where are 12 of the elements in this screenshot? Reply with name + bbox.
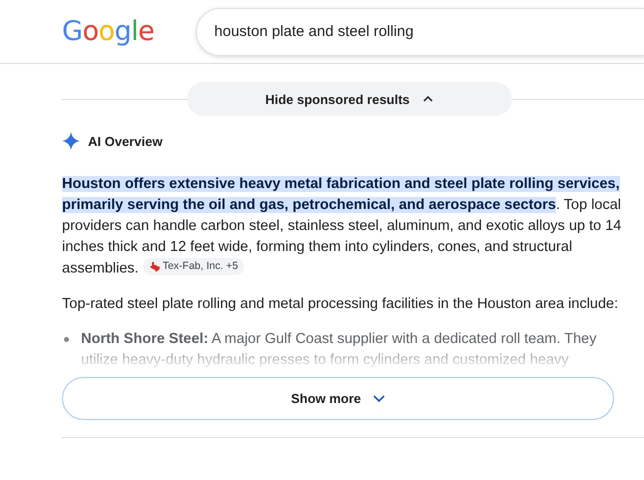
paragraph-end: assemblies. bbox=[62, 260, 139, 276]
bullet-icon bbox=[64, 336, 69, 342]
google-logo[interactable]: Google bbox=[62, 16, 154, 47]
citation-chip[interactable]: Tex-Fab, Inc. +5 bbox=[142, 258, 244, 275]
state-shape-icon bbox=[148, 262, 160, 272]
ai-overview-title: AI Overview bbox=[88, 134, 162, 148]
show-more-button[interactable]: Show more bbox=[62, 376, 614, 420]
search-field[interactable]: houston plate and steel rolling bbox=[196, 8, 644, 56]
hide-sponsored-button[interactable]: Hide sponsored results bbox=[186, 82, 512, 116]
list-intro: Top-rated steel plate rolling and metal processing facilities in the Houston area include: bbox=[62, 294, 620, 314]
sparkle-icon bbox=[62, 132, 80, 150]
list-item-text: North Shore Steel: A major Gulf Coast supplier with a dedicated roll team. They utilize heavy-duty hydraulic presses to form cylinders and customized heavy bbox=[81, 330, 598, 370]
